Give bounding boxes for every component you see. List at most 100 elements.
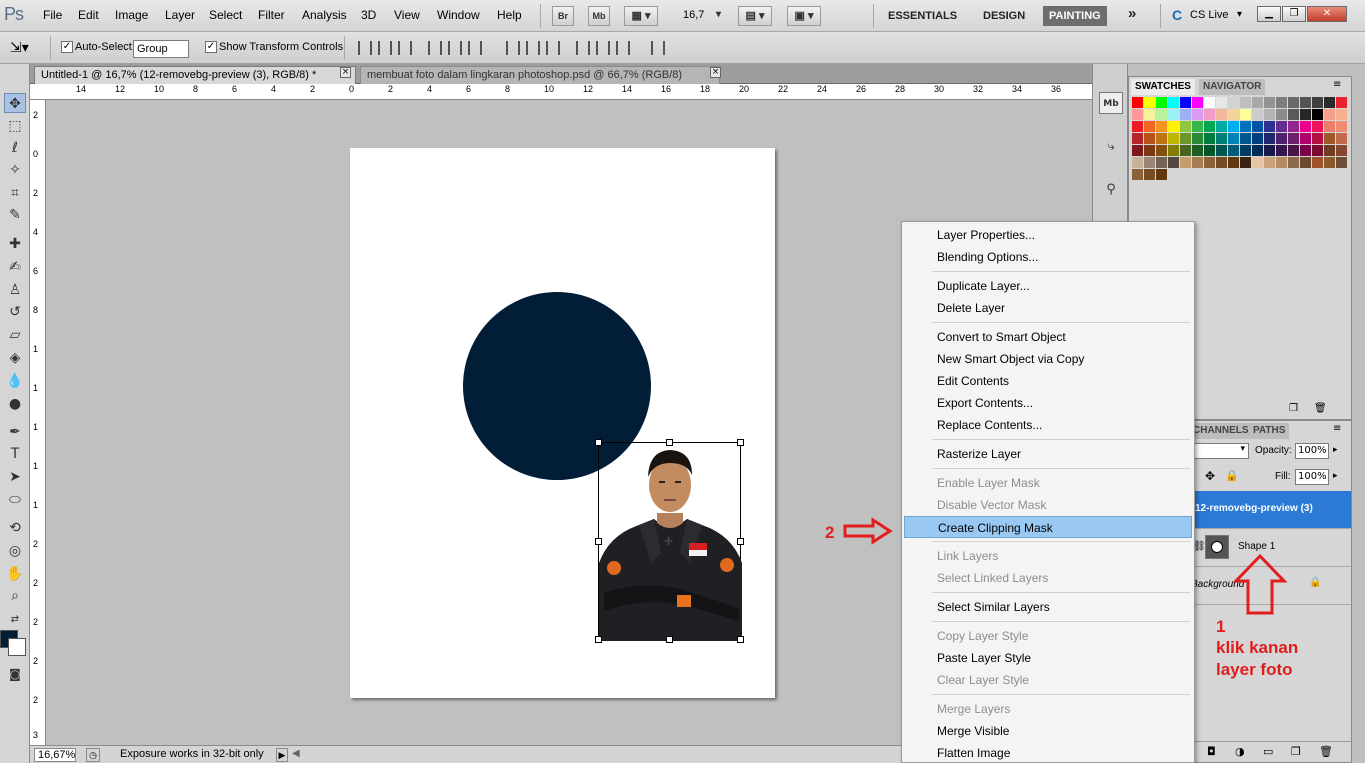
arrange-documents-icon[interactable]: ▤ ▾ — [738, 6, 772, 26]
menu-item-replace-contents[interactable]: Replace Contents... — [904, 414, 1192, 436]
menu-edit[interactable]: Edit — [78, 8, 99, 22]
color-swatch[interactable] — [1144, 169, 1155, 180]
distribute-left-icon[interactable] — [576, 41, 590, 55]
zoom-input[interactable]: 16,67% — [34, 748, 76, 762]
menu-item-copy-layer-style[interactable]: Copy Layer Style — [904, 625, 1192, 647]
menu-item-rasterize-layer[interactable]: Rasterize Layer — [904, 443, 1192, 465]
menu-help[interactable]: Help — [497, 8, 522, 22]
menu-3d[interactable]: 3D — [361, 8, 376, 22]
paint-bucket-tool-icon[interactable]: ◈ — [4, 348, 26, 368]
type-tool-icon[interactable]: T — [4, 444, 26, 464]
color-swatch[interactable] — [1324, 109, 1335, 120]
background-color-swatch[interactable] — [8, 638, 26, 656]
color-swatch[interactable] — [1288, 109, 1299, 120]
align-left-icon[interactable] — [428, 41, 442, 55]
color-swatch[interactable] — [1312, 121, 1323, 132]
clone-stamp-tool-icon[interactable]: ♙ — [4, 280, 26, 300]
dodge-tool-icon[interactable]: ● — [4, 394, 26, 414]
color-swatch[interactable] — [1168, 109, 1179, 120]
color-swatch[interactable] — [1156, 97, 1167, 108]
pen-tool-icon[interactable]: ✒ — [4, 422, 26, 442]
color-swatch[interactable] — [1288, 133, 1299, 144]
color-swatch[interactable] — [1324, 157, 1335, 168]
color-swatch[interactable] — [1156, 145, 1167, 156]
tab-navigator[interactable]: NAVIGATOR — [1199, 79, 1266, 95]
color-swatch[interactable] — [1300, 157, 1311, 168]
color-swatch[interactable] — [1156, 133, 1167, 144]
new-group-icon[interactable]: ▭ — [1263, 745, 1273, 758]
screen-mode-icon[interactable]: ▣ ▾ — [787, 6, 821, 26]
color-swatch[interactable] — [1276, 157, 1287, 168]
menu-item-create-clipping-mask[interactable]: Create Clipping Mask — [904, 516, 1192, 538]
cs-live-button[interactable]: CS Live — [1190, 9, 1229, 21]
color-swatch[interactable] — [1216, 121, 1227, 132]
color-swatch[interactable] — [1168, 133, 1179, 144]
layer-comps-panel-icon[interactable]: ⚲ — [1099, 179, 1123, 201]
move-tool-preset-icon[interactable]: ⇲▾ — [10, 39, 29, 56]
transform-handle-top-left[interactable] — [595, 439, 602, 446]
menu-item-layer-properties[interactable]: Layer Properties... — [904, 224, 1192, 246]
more-workspaces-icon[interactable]: » — [1122, 4, 1142, 24]
color-swatch[interactable] — [1264, 133, 1275, 144]
new-swatch-icon[interactable]: ❐ — [1289, 403, 1298, 414]
color-swatch[interactable] — [1156, 121, 1167, 132]
color-swatch[interactable] — [1204, 109, 1215, 120]
color-swatch[interactable] — [1132, 169, 1143, 180]
color-swatch[interactable] — [1312, 109, 1323, 120]
hand-tool-icon[interactable]: ✋ — [4, 564, 26, 584]
view-extras-icon[interactable]: ▦ ▾ — [624, 6, 658, 26]
lock-all-icon[interactable]: 🔒 — [1225, 469, 1239, 482]
color-swatch[interactable] — [1144, 133, 1155, 144]
menu-item-clear-layer-style[interactable]: Clear Layer Style — [904, 669, 1192, 691]
color-swatch[interactable] — [1240, 97, 1251, 108]
color-swatch[interactable] — [1240, 157, 1251, 168]
color-swatch[interactable] — [1276, 109, 1287, 120]
transform-handle-bottom-right[interactable] — [737, 636, 744, 643]
bridge-button[interactable]: Br — [552, 6, 574, 26]
new-layer-icon[interactable]: ❐ — [1291, 745, 1301, 758]
color-swatch[interactable] — [1180, 97, 1191, 108]
color-swatch[interactable] — [1216, 109, 1227, 120]
cs-live-dropdown-icon[interactable]: ▾ — [1237, 9, 1242, 20]
cs-live-icon[interactable]: C — [1172, 7, 1182, 23]
transform-handle-left[interactable] — [595, 538, 602, 545]
color-swatch[interactable] — [1132, 157, 1143, 168]
color-swatch[interactable] — [1336, 97, 1347, 108]
transform-handle-right[interactable] — [737, 538, 744, 545]
color-swatch[interactable] — [1204, 121, 1215, 132]
color-swatch[interactable] — [1288, 145, 1299, 156]
color-swatch[interactable] — [1144, 109, 1155, 120]
color-swatch[interactable] — [1228, 145, 1239, 156]
menu-item-edit-contents[interactable]: Edit Contents — [904, 370, 1192, 392]
color-swatch[interactable] — [1312, 145, 1323, 156]
zoom-tool-icon[interactable]: ⌕ — [4, 586, 26, 606]
color-swatch[interactable] — [1264, 145, 1275, 156]
workspace-design[interactable]: DESIGN — [977, 6, 1031, 26]
color-swatch[interactable] — [1300, 145, 1311, 156]
menu-image[interactable]: Image — [115, 8, 148, 22]
color-swatch[interactable] — [1168, 121, 1179, 132]
delete-swatch-icon[interactable]: 🗑 — [1314, 403, 1327, 414]
tab-membuat-foto[interactable]: membuat foto dalam lingkaran photoshop.p… — [360, 66, 720, 84]
color-swatch[interactable] — [1300, 133, 1311, 144]
color-swatch[interactable] — [1192, 145, 1203, 156]
menu-item-enable-layer-mask[interactable]: Enable Layer Mask — [904, 472, 1192, 494]
opacity-arrow-icon[interactable]: ▸ — [1333, 445, 1338, 455]
color-swatch[interactable] — [1144, 157, 1155, 168]
menu-item-delete-layer[interactable]: Delete Layer — [904, 297, 1192, 319]
color-swatch[interactable] — [1240, 145, 1251, 156]
color-swatch[interactable] — [1192, 133, 1203, 144]
close-window-icon[interactable]: ✕ — [1307, 6, 1347, 22]
color-swatch[interactable] — [1264, 97, 1275, 108]
workspace-painting[interactable]: PAINTING — [1043, 6, 1107, 26]
adjustment-layer-icon[interactable]: ◑ — [1235, 745, 1245, 758]
tab-close-icon[interactable]: × — [710, 67, 721, 78]
path-selection-tool-icon[interactable]: ➤ — [4, 467, 26, 487]
zoom-level[interactable]: 16,7 — [683, 9, 704, 21]
lasso-tool-icon[interactable]: ℓ — [4, 138, 26, 158]
align-vertical-center-icon[interactable] — [378, 41, 392, 55]
color-swatch[interactable] — [1288, 157, 1299, 168]
quick-mask-icon[interactable]: ◙ — [4, 664, 26, 684]
menu-select[interactable]: Select — [209, 8, 242, 22]
show-transform-checkbox[interactable]: ✓ — [205, 41, 217, 53]
